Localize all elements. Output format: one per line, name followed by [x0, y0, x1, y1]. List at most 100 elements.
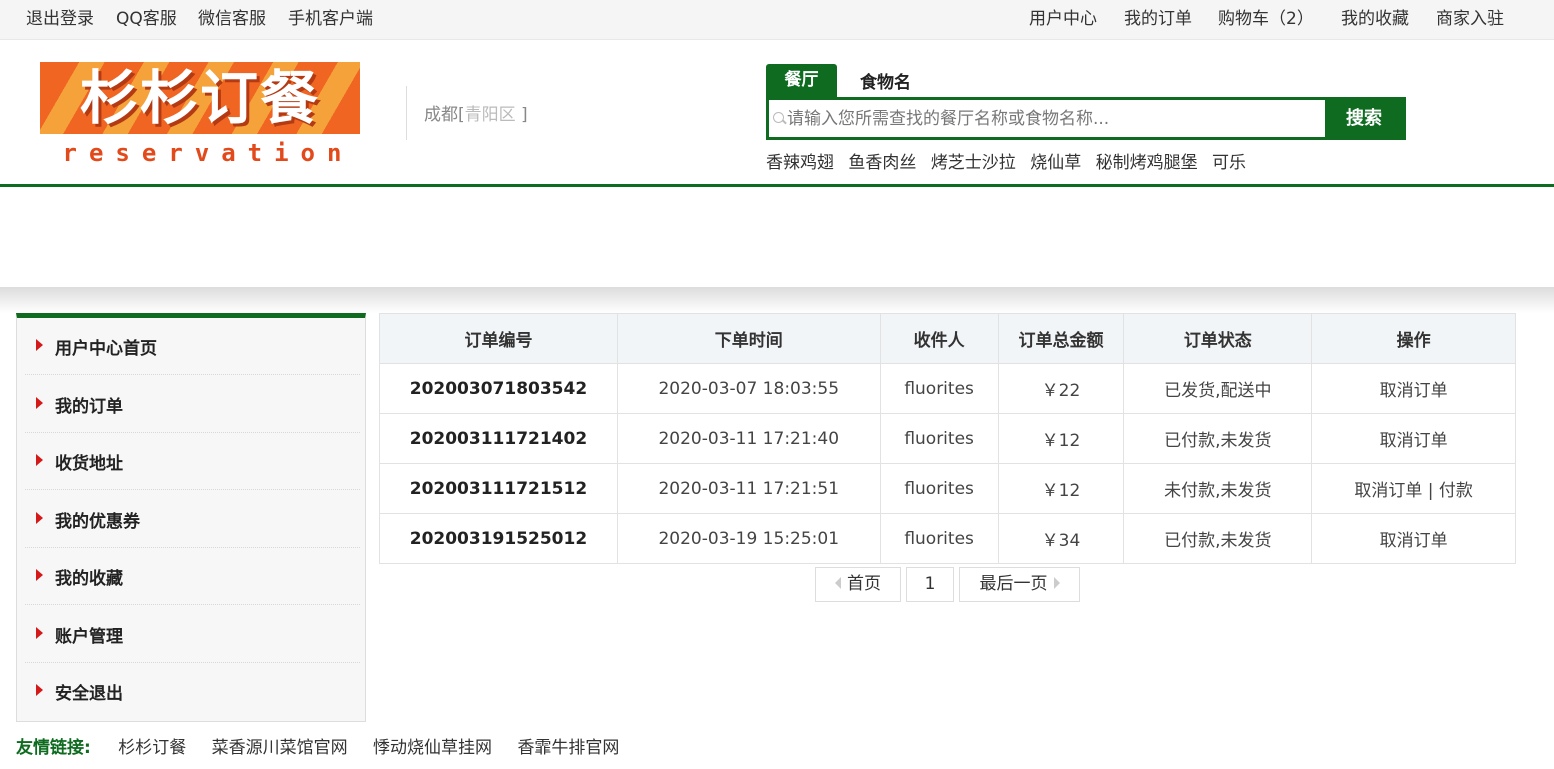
triangle-right-icon [36, 627, 43, 639]
column-header: 收件人 [879, 313, 999, 364]
logout-link[interactable]: 退出登录 [26, 4, 94, 29]
sidebar-item-logout[interactable]: 安全退出 [25, 663, 360, 720]
order-time: 2020-03-11 17:21:51 [616, 463, 881, 514]
last-page-button[interactable]: 最后一页 [959, 567, 1080, 602]
order-time: 2020-03-07 18:03:55 [616, 363, 881, 414]
cancel-order-link[interactable]: 取消订单 [1311, 513, 1516, 564]
order-recipient: fluorites [879, 363, 999, 414]
cart-link[interactable]: 购物车（2） [1218, 4, 1314, 29]
cancel-pay-links[interactable]: 取消订单 | 付款 [1311, 463, 1516, 514]
hot-keyword[interactable]: 秘制烤鸡腿堡 [1096, 153, 1198, 173]
order-id: 202003191525012 [379, 513, 618, 564]
site-logo[interactable]: 杉杉订餐 reservation [28, 58, 388, 166]
last-page-label: 最后一页 [979, 574, 1048, 594]
mobile-client-link[interactable]: 手机客户端 [288, 4, 373, 29]
search-box: 搜索 [766, 97, 1406, 140]
user-center-link[interactable]: 用户中心 [1029, 4, 1097, 29]
tab-restaurant[interactable]: 餐厅 [766, 64, 837, 97]
logo-banner: 杉杉订餐 [40, 62, 360, 134]
my-favorites-link[interactable]: 我的收藏 [1341, 4, 1409, 29]
sidebar-item-coupons[interactable]: 我的优惠券 [25, 491, 360, 548]
triangle-right-icon [36, 454, 43, 466]
search-icon [773, 112, 784, 123]
order-status: 已发货,配送中 [1123, 363, 1313, 414]
hot-keyword[interactable]: 鱼香肉丝 [848, 153, 916, 173]
hot-keyword[interactable]: 烤芝士沙拉 [931, 153, 1016, 173]
search-button[interactable]: 搜索 [1325, 100, 1403, 137]
table-row: 202003071803542 2020-03-07 18:03:55 fluo… [379, 363, 1516, 414]
district-name[interactable]: 青阳区 [465, 105, 516, 125]
tab-food[interactable]: 食物名 [860, 68, 911, 93]
header-divider-line [0, 184, 1554, 187]
triangle-left-icon [835, 577, 841, 589]
sidebar-item-label: 用户中心首页 [55, 339, 157, 359]
hot-keyword[interactable]: 香辣鸡翅 [766, 153, 834, 173]
order-recipient: fluorites [879, 463, 999, 514]
sidebar-item-label: 安全退出 [55, 684, 123, 704]
order-amount: ￥34 [997, 513, 1125, 564]
sidebar-item-address[interactable]: 收货地址 [25, 433, 360, 490]
sidebar-item-label: 我的优惠券 [55, 512, 140, 532]
location-bracket: ] [515, 105, 528, 125]
city-name: 成都[ [424, 105, 465, 125]
order-status: 未付款,未发货 [1123, 463, 1313, 514]
top-bar: 退出登录 QQ客服 微信客服 手机客户端 用户中心 我的订单 购物车（2） 我的… [0, 0, 1554, 40]
friend-links-title: 友情链接: [16, 738, 91, 758]
column-header: 操作 [1311, 313, 1516, 364]
sidebar-item-favorites[interactable]: 我的收藏 [25, 548, 360, 605]
friend-link[interactable]: 菜香源川菜馆官网 [212, 738, 348, 758]
friend-link[interactable]: 悸动烧仙草挂网 [373, 738, 492, 758]
order-id: 202003111721512 [379, 463, 618, 514]
triangle-right-icon [1053, 577, 1060, 589]
table-row: 202003111721512 2020-03-11 17:21:51 fluo… [379, 463, 1516, 514]
column-header: 下单时间 [616, 313, 881, 364]
triangle-right-icon [36, 569, 43, 581]
table-header-row: 订单编号 下单时间 收件人 订单总金额 订单状态 操作 [379, 313, 1516, 364]
column-header: 订单状态 [1123, 313, 1313, 364]
triangle-right-icon [36, 397, 43, 409]
table-row: 202003191525012 2020-03-19 15:25:01 fluo… [379, 513, 1516, 564]
merchant-join-link[interactable]: 商家入驻 [1436, 4, 1504, 29]
order-amount: ￥22 [997, 363, 1125, 414]
triangle-right-icon [36, 512, 43, 524]
sidebar-item-orders[interactable]: 我的订单 [25, 376, 360, 433]
order-amount: ￥12 [997, 413, 1125, 464]
wechat-service-link[interactable]: 微信客服 [198, 4, 266, 29]
search-input[interactable] [787, 104, 1327, 134]
orders-table: 订单编号 下单时间 收件人 订单总金额 订单状态 操作 202003071803… [379, 313, 1516, 564]
order-amount: ￥12 [997, 463, 1125, 514]
logo-subtitle: reservation [62, 139, 354, 167]
order-status: 已付款,未发货 [1123, 513, 1313, 564]
order-recipient: fluorites [879, 413, 999, 464]
section-shadow [0, 287, 1554, 313]
friend-link[interactable]: 香霏牛排官网 [517, 738, 619, 758]
my-orders-link[interactable]: 我的订单 [1124, 4, 1192, 29]
sidebar-item-home[interactable]: 用户中心首页 [25, 318, 360, 375]
triangle-right-icon [36, 339, 43, 351]
user-sidebar: 用户中心首页 我的订单 收货地址 我的优惠券 我的收藏 账户管理 安全退出 [16, 313, 366, 722]
first-page-button[interactable]: 首页 [815, 567, 901, 602]
hot-keyword[interactable]: 烧仙草 [1030, 153, 1081, 173]
order-time: 2020-03-11 17:21:40 [616, 413, 881, 464]
page-number-button[interactable]: 1 [906, 567, 954, 602]
qq-service-link[interactable]: QQ客服 [116, 4, 177, 29]
sidebar-item-account[interactable]: 账户管理 [25, 606, 360, 663]
hot-keyword[interactable]: 可乐 [1212, 153, 1246, 173]
first-page-label: 首页 [847, 574, 881, 594]
sidebar-item-label: 账户管理 [55, 627, 123, 647]
friend-link[interactable]: 杉杉订餐 [118, 738, 186, 758]
sidebar-item-label: 收货地址 [55, 454, 123, 474]
order-id: 202003071803542 [379, 363, 618, 414]
cancel-order-link[interactable]: 取消订单 [1311, 413, 1516, 464]
order-status: 已付款,未发货 [1123, 413, 1313, 464]
order-recipient: fluorites [879, 513, 999, 564]
cancel-order-link[interactable]: 取消订单 [1311, 363, 1516, 414]
table-row: 202003111721402 2020-03-11 17:21:40 fluo… [379, 413, 1516, 464]
sidebar-item-label: 我的收藏 [55, 569, 123, 589]
order-id: 202003111721402 [379, 413, 618, 464]
sidebar-item-label: 我的订单 [55, 397, 123, 417]
hot-keywords: 香辣鸡翅 鱼香肉丝 烤芝士沙拉 烧仙草 秘制烤鸡腿堡 可乐 [766, 148, 1255, 173]
column-header: 订单总金额 [997, 313, 1125, 364]
location-selector[interactable]: 成都[青阳区 ] [424, 100, 528, 125]
triangle-right-icon [36, 684, 43, 696]
